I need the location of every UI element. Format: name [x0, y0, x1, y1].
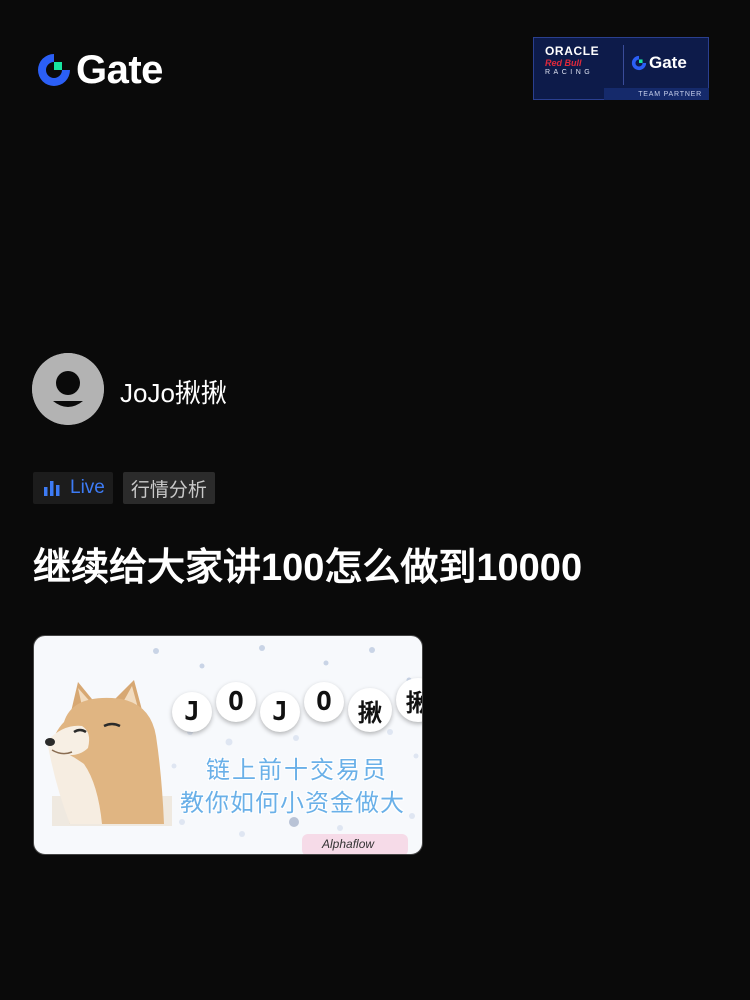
category-tag[interactable]: 行情分析 — [122, 472, 215, 504]
thumbnail-letter: 揪 — [396, 678, 422, 722]
live-tag-label: Live — [70, 477, 105, 498]
thumbnail-subtitle-line2: 教你如何小资金做大 — [180, 790, 405, 817]
partner-redbull-text: Red Bull — [545, 58, 582, 68]
partner-racing-text: RACING — [545, 69, 594, 76]
thumbnail-subtitle-line1: 链上前十交易员 — [206, 757, 388, 784]
gate-logo[interactable]: Gate — [36, 50, 163, 90]
gate-logo-icon — [631, 55, 647, 71]
partner-gate-text: Gate — [649, 53, 687, 72]
gate-logo-text: Gate — [76, 48, 163, 92]
category-tag-label: 行情分析 — [130, 479, 207, 501]
thumbnail-letter: J — [172, 692, 212, 732]
thumbnail-letter: O — [304, 682, 344, 722]
partner-divider — [623, 45, 624, 85]
live-tag[interactable]: Live — [33, 472, 113, 504]
thumbnail-letter: J — [260, 692, 300, 732]
thumbnail-title-bubbles: J O J O 揪 揪 — [172, 678, 422, 732]
author-name[interactable]: JoJo揪揪 — [120, 373, 227, 410]
default-user-icon — [32, 353, 104, 425]
partner-gate-logo: Gate — [631, 53, 687, 73]
shiba-dog-illustration — [45, 680, 172, 826]
post-thumbnail[interactable]: J O J O 揪 揪 链上前十交易员 教你如何小资金做大 Alphaflow — [33, 635, 423, 855]
thumbnail-signature-text: Alphaflow — [322, 837, 375, 851]
author-avatar[interactable] — [32, 353, 104, 425]
thumbnail-letter: O — [216, 682, 256, 722]
thumbnail-signature-tag: Alphaflow — [302, 834, 408, 854]
partner-team-text: TEAM PARTNER — [638, 91, 702, 98]
bar-chart-icon — [44, 481, 60, 496]
post-tags: Live 行情分析 — [33, 472, 215, 504]
team-partner-badge: ORACLE Red Bull RACING Gate TEAM PARTNER — [533, 37, 709, 100]
gate-logo-icon — [38, 54, 70, 86]
post-title: 继续给大家讲100怎么做到10000 — [33, 547, 583, 589]
thumbnail-letter: 揪 — [348, 688, 392, 732]
partner-oracle-text: ORACLE — [545, 44, 600, 58]
